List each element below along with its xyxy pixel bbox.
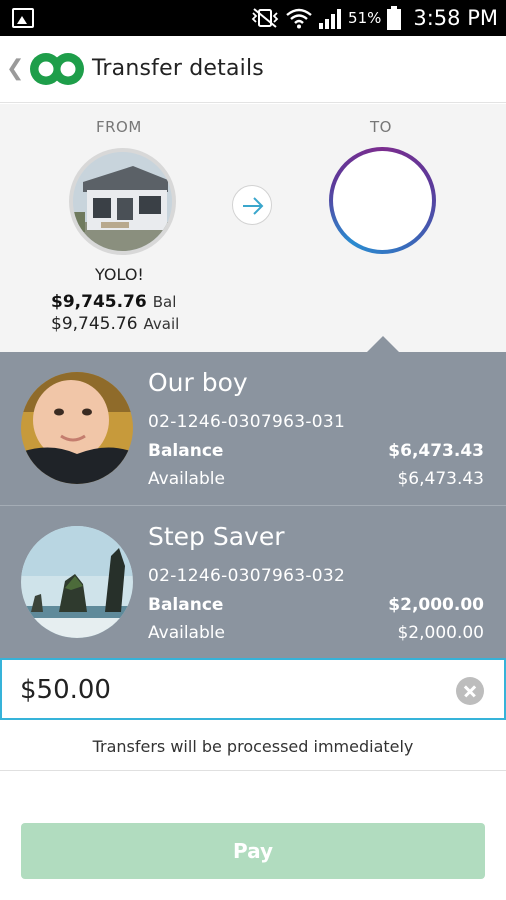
selection-pointer — [366, 336, 400, 353]
to-account-placeholder[interactable] — [329, 147, 436, 254]
transfer-summary: FROM TO YOLO! $9,745.76 Bal $9,745.76 Avai… — [0, 104, 506, 353]
clear-icon[interactable] — [456, 677, 484, 705]
house-photo — [73, 152, 172, 251]
battery-icon — [387, 6, 402, 30]
baby-photo — [21, 372, 133, 484]
available-value: $2,000.00 — [397, 623, 484, 643]
to-label: TO — [370, 118, 392, 136]
amount-field-container — [0, 658, 506, 720]
account-avatar — [21, 526, 133, 638]
from-available-value: $9,745.76 — [51, 314, 138, 334]
page-title: Transfer details — [92, 56, 264, 81]
wifi-icon — [286, 8, 312, 29]
infinity-logo — [30, 53, 84, 85]
pay-button[interactable]: Pay — [21, 823, 485, 879]
balance-value: $2,000.00 — [388, 595, 484, 615]
image-icon — [12, 8, 34, 28]
account-avatar — [21, 372, 133, 484]
account-item-step-saver[interactable]: Step Saver 02-1246-0307963-032 Balance $… — [0, 505, 506, 658]
destination-account-list: Our boy 02-1246-0307963-031 Balance $6,4… — [0, 352, 506, 658]
account-name: Step Saver — [148, 522, 285, 551]
from-account-name: YOLO! — [95, 265, 144, 284]
vibrate-mute-icon — [251, 8, 279, 28]
balance-label: Balance — [148, 441, 224, 461]
amount-input[interactable] — [20, 670, 440, 710]
account-number: 02-1246-0307963-032 — [148, 566, 346, 586]
account-number: 02-1246-0307963-031 — [148, 412, 346, 432]
status-bar: 51% 3:58 PM — [0, 0, 506, 36]
from-available: $9,745.76 Avail — [51, 314, 179, 334]
balance-label: Balance — [148, 595, 224, 615]
clock: 3:58 PM — [413, 6, 498, 30]
available-label: Available — [148, 623, 225, 643]
coast-photo — [21, 526, 133, 638]
from-available-suffix: Avail — [143, 315, 180, 333]
signal-icon — [319, 9, 342, 29]
from-label: FROM — [96, 118, 142, 136]
transfer-notice: Transfers will be processed immediately — [0, 722, 506, 771]
app-header: ❮ Transfer details — [0, 36, 506, 103]
chevron-left-icon[interactable]: ❮ — [6, 56, 24, 81]
account-name: Our boy — [148, 368, 248, 397]
battery-percent: 51% — [348, 9, 382, 27]
balance-value: $6,473.43 — [388, 441, 484, 461]
account-item-our-boy[interactable]: Our boy 02-1246-0307963-031 Balance $6,4… — [0, 352, 506, 505]
available-label: Available — [148, 469, 225, 489]
available-value: $6,473.43 — [397, 469, 484, 489]
arrow-right-icon — [243, 197, 264, 215]
from-balance: $9,745.76 Bal — [51, 292, 176, 312]
from-balance-suffix: Bal — [152, 293, 177, 311]
transfer-direction-button[interactable] — [232, 185, 272, 225]
from-balance-value: $9,745.76 — [51, 292, 147, 312]
from-account-avatar[interactable] — [69, 148, 176, 255]
